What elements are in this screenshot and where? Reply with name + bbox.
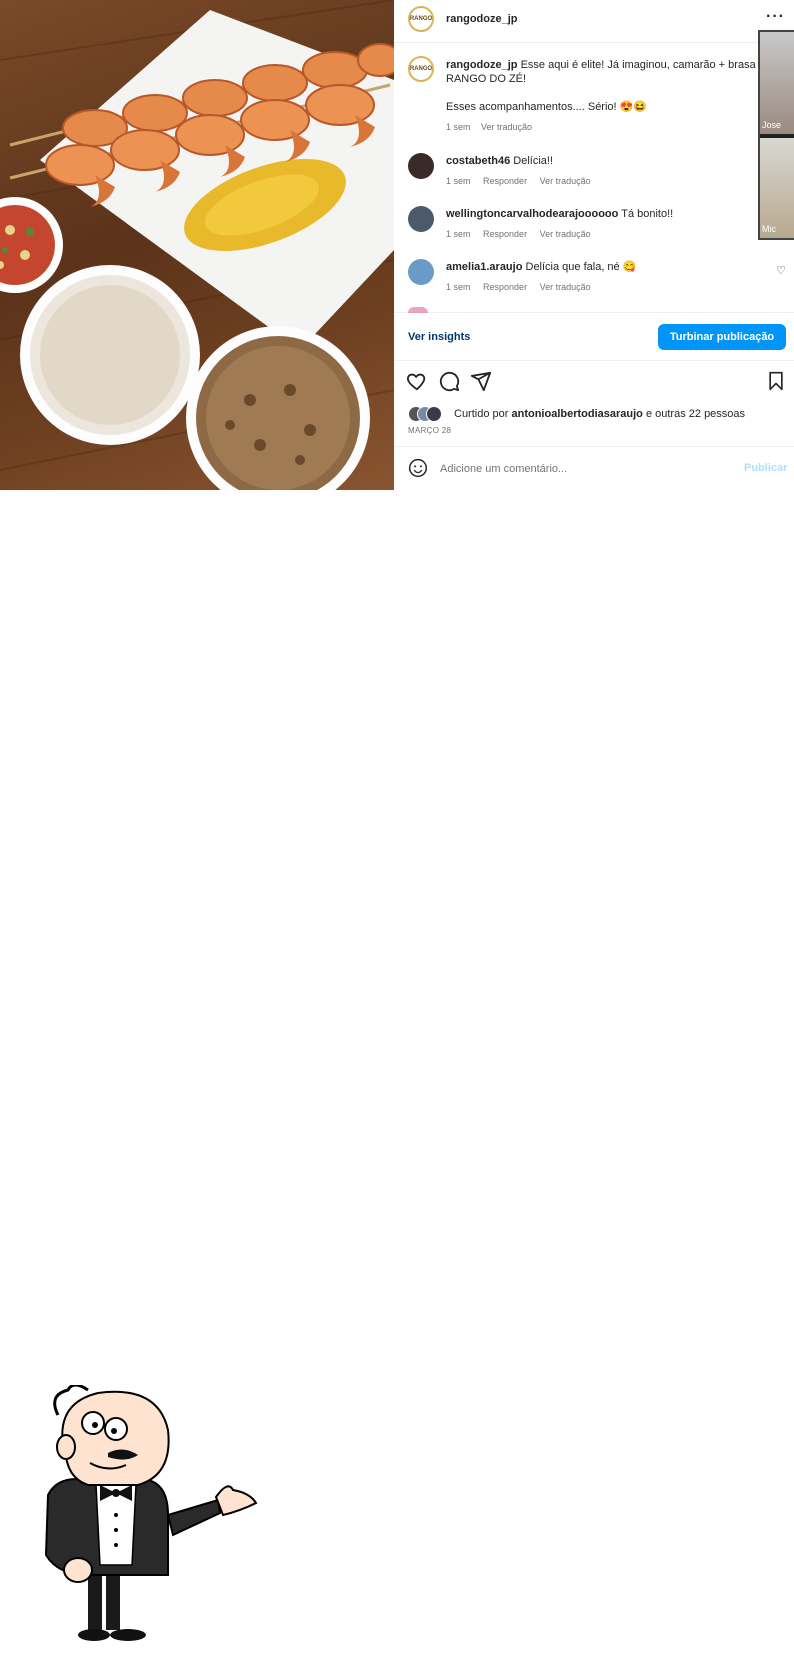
caption-line1: Esse aqui é elite! Já imaginou, camarão …	[520, 59, 756, 71]
reply-link[interactable]: Responder	[483, 229, 527, 239]
emoji-smiley-icon[interactable]	[408, 458, 428, 478]
ellipsis-icon[interactable]: ···	[766, 8, 785, 26]
divider	[394, 446, 794, 447]
reply-link[interactable]: Responder	[483, 282, 527, 292]
avatar-logo-text: RANGO	[409, 16, 433, 22]
comment: wellingtoncarvalhodearajoooooo Tá bonito…	[446, 207, 673, 221]
comment-username[interactable]: amelia1.araujo	[446, 261, 522, 273]
author-username[interactable]: rangodoze_jp	[446, 13, 518, 25]
boost-post-button[interactable]: Turbinar publicação	[658, 324, 786, 350]
author-avatar[interactable]: RANGO	[408, 6, 434, 32]
comment-text: Delícia que fala, né 😋	[525, 261, 637, 273]
divider	[394, 360, 794, 361]
likes-summary: Curtido por antonioalbertodiasaraujo e o…	[454, 407, 745, 421]
comment-username[interactable]: costabeth46	[446, 155, 510, 167]
share-send-icon[interactable]	[470, 370, 492, 392]
post-date[interactable]: MARÇO 28	[408, 426, 451, 435]
participant-tile	[760, 138, 794, 238]
caption-username[interactable]: rangodoze_jp	[446, 59, 518, 71]
comment-meta: 1 sem Responder Ver tradução	[446, 282, 591, 292]
likes-username[interactable]: antonioalbertodiasaraujo	[511, 408, 642, 420]
comment-time: 1 sem	[446, 282, 471, 292]
comment-username[interactable]: wellingtoncarvalhodearajoooooo	[446, 208, 618, 220]
commenter-avatar[interactable]	[408, 206, 434, 232]
participant-name: Jose	[762, 120, 782, 130]
comment: amelia1.araujo Delícia que fala, né 😋	[446, 260, 636, 274]
caption-time: 1 sem	[446, 122, 471, 132]
commenter-avatar[interactable]	[408, 153, 434, 179]
video-call-overlay[interactable]: Jose Mic	[758, 30, 794, 240]
comment: costabeth46 Delícia!!	[446, 154, 553, 168]
caption-meta: 1 sem Ver tradução	[446, 122, 532, 132]
comment-like-heart-icon[interactable]: ♡	[776, 264, 786, 277]
caption-avatar-text: RANGO	[409, 66, 433, 72]
translate-link[interactable]: Ver tradução	[540, 229, 591, 239]
waiter-cartoon-illustration	[44, 1385, 258, 1641]
comment-time: 1 sem	[446, 229, 471, 239]
publish-button[interactable]: Publicar	[744, 462, 787, 474]
comment-input[interactable]	[438, 459, 712, 479]
commenter-avatar[interactable]	[408, 259, 434, 285]
comment-time: 1 sem	[446, 176, 471, 186]
post-details-panel: RANGO rangodoze_jp ··· RANGO rangodoze_j…	[394, 0, 794, 490]
caption-translate-link[interactable]: Ver tradução	[481, 122, 532, 132]
caption-line3: Esses acompanhamentos.... Sério! 😍😆	[446, 101, 648, 113]
like-heart-icon[interactable]	[406, 370, 428, 392]
post-photo[interactable]	[0, 0, 394, 490]
divider	[394, 312, 794, 313]
caption-avatar[interactable]: RANGO	[408, 56, 434, 82]
post-header: RANGO rangodoze_jp ···	[394, 0, 794, 43]
translate-link[interactable]: Ver tradução	[540, 282, 591, 292]
participant-name: Mic	[762, 224, 776, 234]
comment-meta: 1 sem Responder Ver tradução	[446, 229, 591, 239]
likes-suffix[interactable]: e outras 22 pessoas	[646, 408, 745, 420]
participant-tile	[760, 32, 794, 134]
caption: rangodoze_jp Esse aqui é elite! Já imagi…	[446, 58, 786, 114]
reply-link[interactable]: Responder	[483, 176, 527, 186]
likes-prefix: Curtido por	[454, 408, 509, 420]
insights-link[interactable]: Ver insights	[408, 331, 470, 343]
comment-bubble-icon[interactable]	[438, 370, 460, 392]
save-bookmark-icon[interactable]	[766, 370, 786, 392]
partial-avatar	[408, 307, 428, 313]
caption-line2: RANGO DO ZÉ!	[446, 73, 527, 85]
shrimp-dish-image	[0, 0, 394, 490]
comment-meta: 1 sem Responder Ver tradução	[446, 176, 591, 186]
translate-link[interactable]: Ver tradução	[540, 176, 591, 186]
liker-avatar	[426, 406, 442, 422]
comment-text: Delícia!!	[513, 155, 554, 167]
comment-text: Tá bonito!!	[621, 208, 674, 220]
